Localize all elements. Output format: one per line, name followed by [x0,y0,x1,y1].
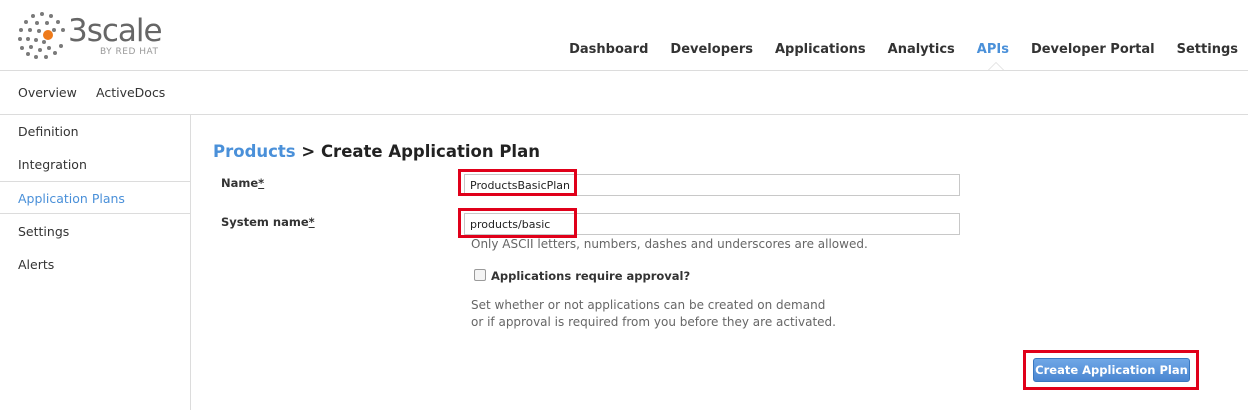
approval-hint-line2: or if approval is required from you befo… [471,315,836,329]
nav-analytics[interactable]: Analytics [888,42,955,57]
breadcrumb-products[interactable]: Products [213,142,296,161]
sidebar-item-label: Integration [18,157,87,172]
nav-developer-portal[interactable]: Developer Portal [1031,42,1155,57]
system-name-hint: Only ASCII letters, numbers, dashes and … [471,237,868,251]
top-header: 3scale BY RED HAT Dashboard Developers A… [0,0,1248,71]
sidebar-item-application-plans[interactable]: Application Plans [0,181,190,214]
sidebar: Definition Integration Application Plans… [0,115,191,410]
approval-label: Applications require approval? [491,269,691,283]
nav-dashboard[interactable]: Dashboard [569,42,648,57]
logo-wordmark: 3scale [68,13,163,49]
subnav-activedocs[interactable]: ActiveDocs [96,85,165,100]
page-title: Products > Create Application Plan [213,142,540,161]
name-label-text: Name [221,176,259,190]
required-marker: * [308,215,315,229]
sidebar-item-label: Alerts [18,257,55,272]
system-name-highlight-box [458,208,577,238]
main-nav: Dashboard Developers Applications Analyt… [569,42,1238,57]
name-highlight-box [458,169,577,196]
submit-highlight-box [1023,350,1199,390]
system-name-label-text: System name [221,215,309,229]
sidebar-item-label: Application Plans [18,191,125,206]
logo-subtitle: BY RED HAT [100,47,159,57]
logo-dots-icon [18,12,65,59]
sidebar-item-definition[interactable]: Definition [0,115,190,148]
approval-checkbox[interactable] [474,269,486,281]
sidebar-item-alerts[interactable]: Alerts [0,248,190,281]
sidebar-item-label: Settings [18,224,70,239]
nav-applications[interactable]: Applications [775,42,866,57]
logo[interactable]: 3scale BY RED HAT [16,10,176,60]
nav-apis[interactable]: APIs [977,42,1009,57]
nav-developers[interactable]: Developers [670,42,753,57]
nav-settings[interactable]: Settings [1177,42,1238,57]
sub-nav: Overview ActiveDocs [0,71,1248,115]
sidebar-item-label: Definition [18,124,79,139]
system-name-label: System name* [221,215,315,229]
name-label: Name* [221,176,264,190]
active-nav-caret [988,62,1004,70]
sidebar-item-integration[interactable]: Integration [0,148,190,181]
approval-hint-line1: Set whether or not applications can be c… [471,298,826,312]
subnav-overview[interactable]: Overview [18,85,77,100]
page-title-text: > Create Application Plan [301,142,540,161]
required-marker: * [258,176,265,190]
sidebar-item-settings[interactable]: Settings [0,215,190,248]
